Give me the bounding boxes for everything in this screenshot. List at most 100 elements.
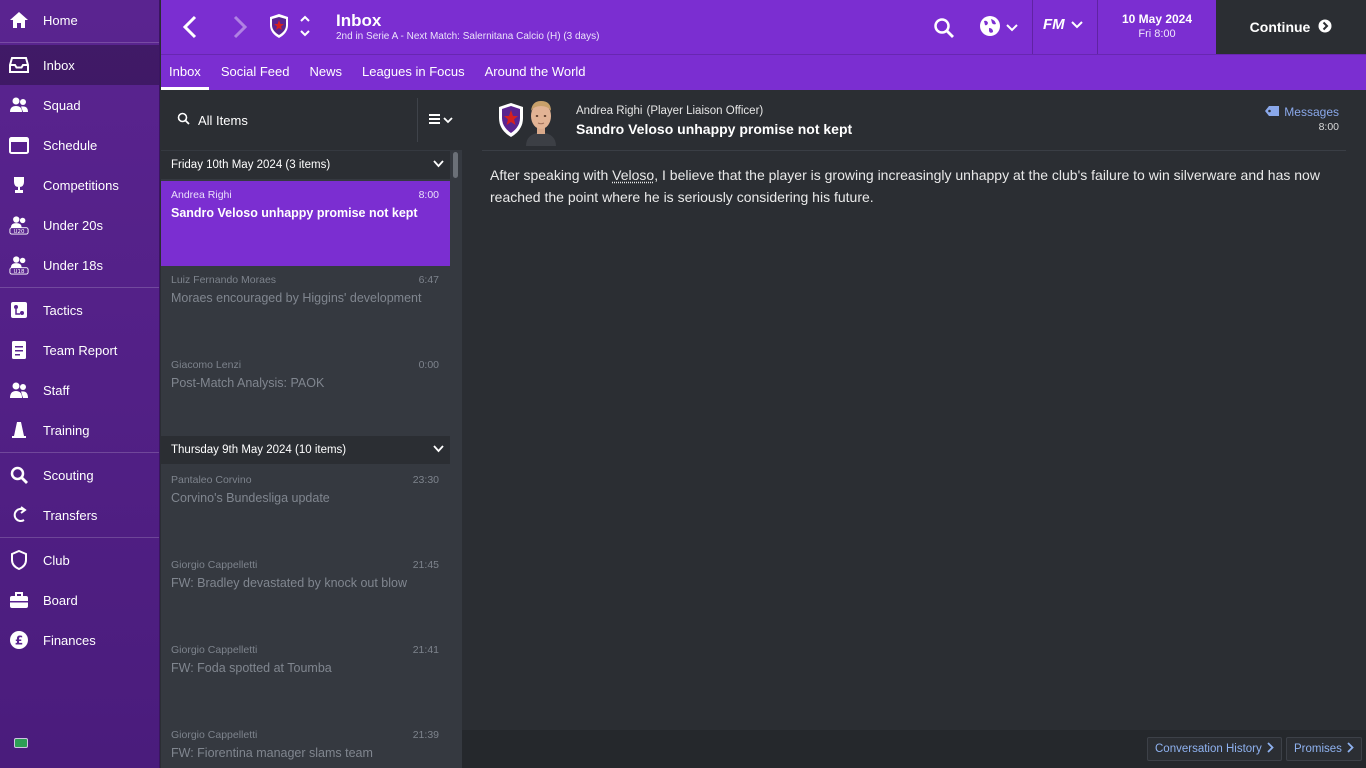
chevron-down-icon [433, 159, 444, 171]
message-sender-name[interactable]: Andrea Righi [576, 105, 642, 117]
nav-group-recruitment: Scouting Transfers [0, 455, 159, 535]
sidebar-item-label: Home [43, 12, 78, 28]
list-options-button[interactable] [429, 112, 457, 128]
search-icon[interactable] [933, 17, 955, 39]
sidebar-item-label: Inbox [43, 57, 75, 73]
player-link[interactable]: Veloso [612, 167, 654, 183]
sidebar-item-competitions[interactable]: Competitions [0, 165, 159, 205]
sidebar-item-label: Training [43, 422, 90, 438]
message-time: 8:00 [1318, 121, 1339, 133]
sidebar-item-training[interactable]: Training [0, 410, 159, 450]
sidebar-item-board[interactable]: Board [0, 580, 159, 620]
sidebar-item-label: Team Report [43, 342, 118, 358]
sidebar-divider [0, 42, 159, 43]
sidebar-item-inbox[interactable]: Inbox [0, 45, 159, 85]
message-time: 21:39 [412, 729, 439, 741]
globe-icon [979, 15, 1001, 42]
sidebar-item-transfers[interactable]: Transfers [0, 495, 159, 535]
list-item[interactable]: Giorgio Cappelletti FW: Bradley devastat… [161, 551, 450, 636]
conversation-history-button[interactable]: Conversation History [1147, 737, 1282, 761]
page-title: Inbox [336, 11, 382, 30]
message-sender: Giacomo Lenzi [171, 359, 242, 371]
back-arrow-icon[interactable] [179, 14, 203, 40]
sidebar-item-finances[interactable]: £ Finances [0, 620, 159, 660]
sidebar-item-staff[interactable]: Staff [0, 370, 159, 410]
sidebar-item-under-18s[interactable]: U18 Under 18s [0, 245, 159, 285]
avatar[interactable] [524, 98, 558, 146]
sidebar-item-under-20s[interactable]: U20 Under 20s [0, 205, 159, 245]
date-group-header[interactable]: Friday 10th May 2024 (3 items) [161, 151, 450, 179]
nav-group-inbox: Inbox Squad Schedule Competitions U20 Un… [0, 45, 159, 285]
schedule-icon [9, 135, 29, 155]
message-time: 21:45 [412, 559, 439, 571]
game-date[interactable]: 10 May 2024 Fri 8:00 [1098, 0, 1216, 54]
message-subject-title: Sandro Veloso unhappy promise not kept [576, 121, 853, 137]
club-switch-icon[interactable] [299, 12, 311, 40]
tab-news[interactable]: News [301, 55, 350, 90]
current-day-time: Fri 8:00 [1138, 28, 1176, 40]
list-item[interactable]: Giorgio Cappelletti FW: Foda spotted at … [161, 636, 450, 721]
tab-bar: Inbox Social Feed News Leagues in Focus … [161, 54, 1366, 90]
message-sender: Pantaleo Corvino [171, 474, 252, 486]
nav-group-main: Home [0, 0, 159, 40]
staff-icon [9, 380, 29, 400]
list-item[interactable]: Giorgio Cappelletti FW: Fiorentina manag… [161, 721, 450, 768]
date-group-header[interactable]: Thursday 9th May 2024 (10 items) [161, 436, 450, 464]
continue-button[interactable]: Continue [1216, 0, 1366, 54]
message-subject: Corvino's Bundesliga update [171, 491, 330, 505]
button-label: Promises [1294, 743, 1342, 755]
sidebar-item-scouting[interactable]: Scouting [0, 455, 159, 495]
svg-text:U20: U20 [14, 229, 25, 235]
chevron-right-icon [1347, 742, 1354, 756]
filter-search-button[interactable]: All Items [177, 112, 248, 128]
message-subject: FW: Bradley devastated by knock out blow [171, 576, 407, 590]
scouting-icon [9, 465, 29, 485]
messages-link[interactable]: Messages [1265, 105, 1339, 119]
list-item[interactable]: Luiz Fernando Moraes Moraes encouraged b… [161, 266, 450, 351]
message-time: 0:00 [418, 359, 439, 371]
sidebar: Home Inbox Squad Schedule Competitions U… [0, 0, 160, 768]
list-item[interactable]: Andrea Righi Sandro Veloso unhappy promi… [161, 181, 450, 266]
sidebar-item-squad[interactable]: Squad [0, 85, 159, 125]
arrow-circle-right-icon [1318, 19, 1332, 36]
tab-leagues-in-focus[interactable]: Leagues in Focus [354, 55, 473, 90]
sidebar-divider [0, 452, 159, 453]
tab-around-the-world[interactable]: Around the World [477, 55, 594, 90]
message-reading-pane: Andrea Righi (Player Liaison Officer) San… [462, 90, 1366, 768]
training-icon [9, 420, 29, 440]
tab-social-feed[interactable]: Social Feed [213, 55, 298, 90]
chevron-right-icon [1267, 742, 1274, 756]
sidebar-item-label: Club [43, 552, 70, 568]
menu-icon [429, 111, 440, 129]
list-item[interactable]: Giacomo Lenzi Post-Match Analysis: PAOK … [161, 351, 450, 436]
header-divider [1032, 0, 1033, 54]
sidebar-item-schedule[interactable]: Schedule [0, 125, 159, 165]
chevron-down-icon [443, 111, 453, 129]
world-menu-button[interactable] [979, 15, 1023, 42]
club-crest-icon[interactable] [269, 13, 289, 39]
page-subtitle[interactable]: 2nd in Serie A - Next Match: Salernitana… [336, 31, 599, 42]
message-subject: Post-Match Analysis: PAOK [171, 376, 325, 390]
tab-inbox[interactable]: Inbox [161, 55, 209, 90]
message-sender: Andrea Righi [171, 189, 232, 201]
message-divider [482, 150, 1346, 151]
message-sender-role: (Player Liaison Officer) [646, 105, 764, 117]
list-scrollbar[interactable] [453, 152, 458, 178]
message-list-panel: All Items Friday 10th May 2024 (3 items)… [161, 90, 462, 768]
sidebar-item-label: Squad [43, 97, 81, 113]
fm-logo: FM [1043, 16, 1065, 33]
keyboard-icon[interactable] [14, 738, 28, 748]
promises-button[interactable]: Promises [1286, 737, 1362, 761]
group-label: Friday 10th May 2024 (3 items) [171, 159, 331, 171]
forward-arrow-icon[interactable] [227, 14, 251, 40]
current-date: 10 May 2024 [1121, 12, 1193, 26]
list-item[interactable]: Pantaleo Corvino Corvino's Bundesliga up… [161, 466, 450, 551]
sidebar-item-tactics[interactable]: Tactics [0, 290, 159, 330]
sidebar-divider [0, 287, 159, 288]
sidebar-item-club[interactable]: Club [0, 540, 159, 580]
sidebar-item-team-report[interactable]: Team Report [0, 330, 159, 370]
message-time: 23:30 [412, 474, 439, 486]
board-icon [9, 590, 29, 610]
fm-menu-button[interactable]: FM [1043, 16, 1083, 33]
sidebar-item-home[interactable]: Home [0, 0, 159, 40]
